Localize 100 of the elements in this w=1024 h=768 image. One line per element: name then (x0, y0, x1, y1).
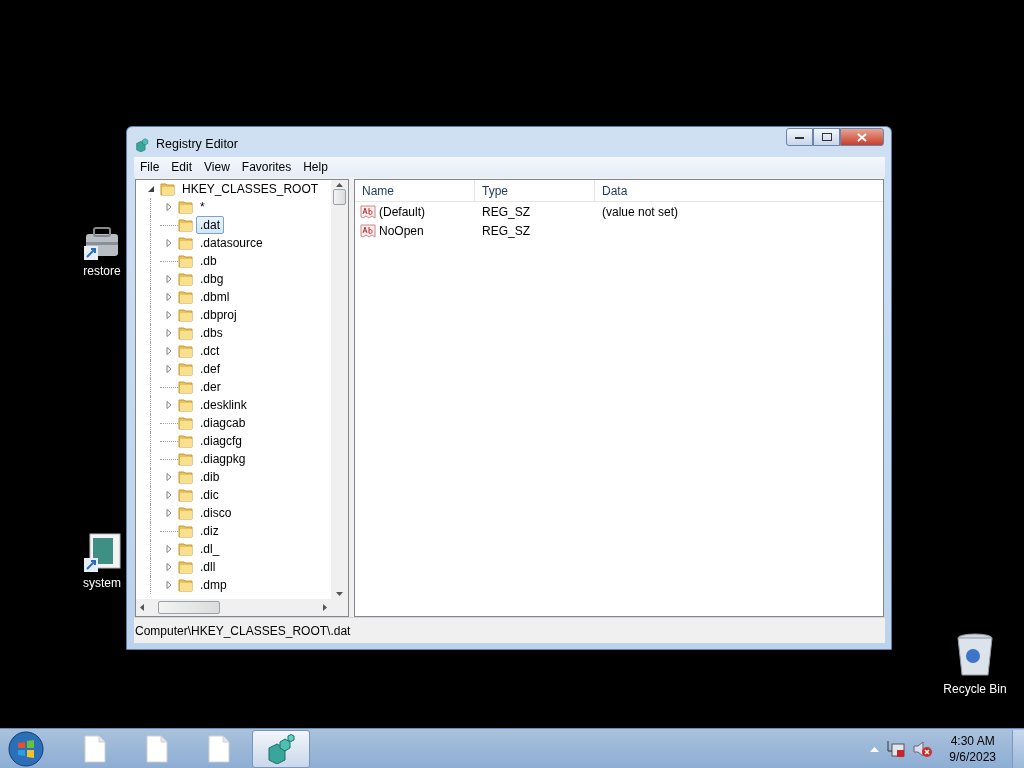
menu-item[interactable]: Favorites (235, 160, 298, 174)
expand-icon[interactable] (165, 275, 173, 283)
clock-date[interactable]: 9/6/2023 (949, 748, 996, 765)
expand-icon[interactable] (165, 365, 173, 373)
folder-icon (178, 452, 194, 466)
value-name: (Default) (379, 204, 425, 219)
folder-icon (178, 542, 194, 556)
value-data: (value not set) (602, 204, 679, 219)
document-icon (208, 734, 230, 763)
show-hidden-icons-icon[interactable] (870, 745, 880, 752)
string-value-icon (360, 222, 376, 239)
tree-item[interactable]: .dib (196, 468, 224, 486)
network-icon[interactable] (887, 739, 906, 758)
tree-item[interactable]: .diagcab (196, 414, 250, 432)
folder-icon (178, 560, 194, 574)
expand-icon[interactable] (165, 509, 173, 517)
value-name: NoOpen (379, 223, 424, 238)
folder-icon (178, 326, 194, 340)
folder-icon (178, 380, 194, 394)
folder-icon (178, 344, 194, 358)
expand-icon[interactable] (165, 203, 173, 211)
expand-icon[interactable] (165, 545, 173, 553)
tree-item[interactable]: .disco (196, 504, 236, 522)
tree-item[interactable]: * (196, 198, 209, 216)
document-icon (84, 734, 106, 763)
taskbar-button[interactable] (252, 729, 310, 768)
tree-item[interactable]: .dbml (196, 288, 234, 306)
string-value-icon (360, 203, 376, 220)
expand-icon[interactable] (165, 491, 173, 499)
tree-item[interactable]: HKEY_CLASSES_ROOT (178, 180, 323, 198)
tree-item[interactable]: .dl_ (196, 540, 224, 558)
tree-item[interactable]: .dll (196, 558, 220, 576)
folder-icon (178, 290, 194, 304)
expand-icon[interactable] (165, 329, 173, 337)
desktop-icon-label: restore (83, 264, 121, 278)
folder-icon (178, 398, 194, 412)
start-button[interactable] (6, 729, 46, 768)
document-icon (146, 734, 168, 763)
scroll-right-icon[interactable] (323, 604, 327, 611)
scroll-thumb[interactable] (158, 601, 220, 614)
show-desktop-button[interactable] (1012, 729, 1024, 768)
column-header[interactable]: Type (475, 180, 595, 201)
value-type: REG_SZ (482, 204, 530, 219)
clock-time[interactable]: 4:30 AM (950, 732, 995, 749)
scroll-thumb[interactable] (333, 189, 346, 205)
menu-item[interactable]: File (134, 160, 166, 174)
expand-icon[interactable] (165, 347, 173, 355)
close-icon (857, 132, 867, 142)
expand-icon[interactable] (165, 401, 173, 409)
minimize-button[interactable] (786, 128, 813, 146)
tree-item[interactable]: .diagpkg (196, 450, 250, 468)
collapse-icon[interactable] (147, 185, 155, 193)
status-bar-path: Computer\HKEY_CLASSES_ROOT\.dat (135, 623, 351, 638)
folder-icon (178, 200, 194, 214)
minimize-icon (795, 135, 804, 139)
folder-icon (178, 362, 194, 376)
scroll-left-icon[interactable] (140, 604, 144, 611)
scroll-up-icon[interactable] (336, 183, 343, 187)
menu-item[interactable]: View (198, 160, 236, 174)
tree-item[interactable]: .dat (196, 216, 224, 234)
desktop-icon-label: system (83, 576, 121, 590)
tree-item[interactable]: .desklink (196, 396, 251, 414)
menu-item[interactable]: Help (297, 160, 334, 174)
tree-item[interactable]: .der (196, 378, 225, 396)
expand-icon[interactable] (165, 311, 173, 319)
value-type: REG_SZ (482, 223, 530, 238)
folder-icon (178, 506, 194, 520)
tree-item[interactable]: .db (196, 252, 221, 270)
tree-item[interactable]: .diagcfg (196, 432, 247, 450)
tree-item[interactable]: .datasource (196, 234, 267, 252)
expand-icon[interactable] (165, 563, 173, 571)
tree-item[interactable]: .diz (196, 522, 223, 540)
folder-icon (178, 434, 194, 448)
tree-item[interactable]: .dct (196, 342, 224, 360)
image-file-icon[interactable] (82, 532, 122, 572)
recycle-bin-icon[interactable] (955, 632, 995, 678)
column-header[interactable]: Data (595, 180, 883, 201)
tree-item[interactable]: .dbproj (196, 306, 241, 324)
maximize-button[interactable] (813, 128, 840, 146)
window-title: Registry Editor (156, 137, 239, 151)
close-button[interactable] (840, 128, 884, 146)
tree-item[interactable]: .dbs (196, 324, 227, 342)
expand-icon[interactable] (165, 239, 173, 247)
tree-item[interactable]: .dic (196, 486, 223, 504)
menu-item[interactable]: Edit (165, 160, 199, 174)
expand-icon[interactable] (165, 293, 173, 301)
scroll-down-icon[interactable] (336, 592, 343, 596)
tree-item[interactable]: .dmp (196, 576, 231, 594)
column-header[interactable]: Name (355, 180, 475, 201)
registry-cubes-icon (135, 136, 151, 152)
folder-icon (178, 488, 194, 502)
expand-icon[interactable] (165, 581, 173, 589)
folder-icon (178, 416, 194, 430)
expand-icon[interactable] (165, 473, 173, 481)
tree-item[interactable]: .def (196, 360, 224, 378)
speaker-muted-icon[interactable] (913, 739, 934, 758)
desktop-icon-label: Recycle Bin (943, 682, 1007, 696)
vertical-scrollbar[interactable] (331, 180, 348, 599)
folder-icon (160, 182, 176, 196)
tree-item[interactable]: .dbg (196, 270, 228, 288)
